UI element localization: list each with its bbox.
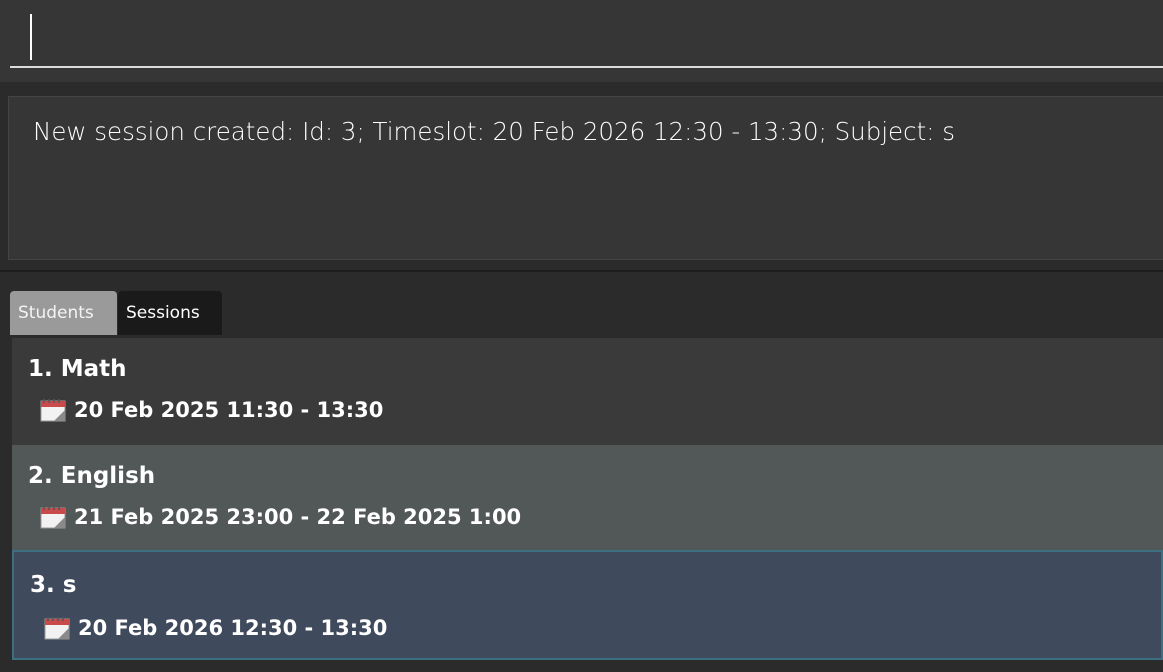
session-list-item[interactable]: 2. English 21 Feb 2025 23:00 - 22 Feb 20… — [12, 445, 1163, 552]
calendar-icon — [40, 506, 66, 529]
tab-sessions-label: Sessions — [126, 303, 200, 323]
session-timeslot: 20 Feb 2026 12:30 - 13:30 — [44, 616, 387, 640]
session-timeslot: 21 Feb 2025 23:00 - 22 Feb 2025 1:00 — [40, 505, 521, 529]
command-box — [0, 0, 1163, 82]
session-list-item[interactable]: 1. Math 20 Feb 2025 11:30 - 13:30 — [12, 338, 1163, 445]
calendar-icon — [40, 399, 66, 422]
app-window: New session created: Id: 3; Timeslot: 20… — [0, 0, 1163, 672]
session-title: 2. English — [28, 463, 156, 489]
session-time-text: 20 Feb 2026 12:30 - 13:30 — [78, 616, 388, 640]
tab-bar: Students Sessions — [0, 272, 1163, 338]
session-time-text: 21 Feb 2025 23:00 - 22 Feb 2025 1:00 — [74, 505, 522, 529]
tab-sessions[interactable]: Sessions — [118, 291, 222, 335]
result-display-area: New session created: Id: 3; Timeslot: 20… — [0, 82, 1163, 272]
text-caret — [30, 14, 32, 60]
session-list: 1. Math 20 Feb 2025 11:30 - 13:30 2. Eng… — [12, 338, 1163, 662]
session-time-text: 20 Feb 2025 11:30 - 13:30 — [74, 398, 384, 422]
session-title: 1. Math — [28, 356, 127, 382]
session-timeslot: 20 Feb 2025 11:30 - 13:30 — [40, 398, 383, 422]
calendar-icon — [44, 617, 70, 640]
tab-students-label: Students — [18, 303, 94, 323]
tab-students[interactable]: Students — [10, 291, 117, 335]
session-list-item-selected[interactable]: 3. s 20 Feb 2026 12:30 - 13:30 — [12, 550, 1163, 660]
command-input[interactable] — [10, 8, 1163, 68]
result-display: New session created: Id: 3; Timeslot: 20… — [8, 96, 1163, 260]
session-title: 3. s — [30, 572, 77, 598]
result-message: New session created: Id: 3; Timeslot: 20… — [33, 117, 956, 146]
